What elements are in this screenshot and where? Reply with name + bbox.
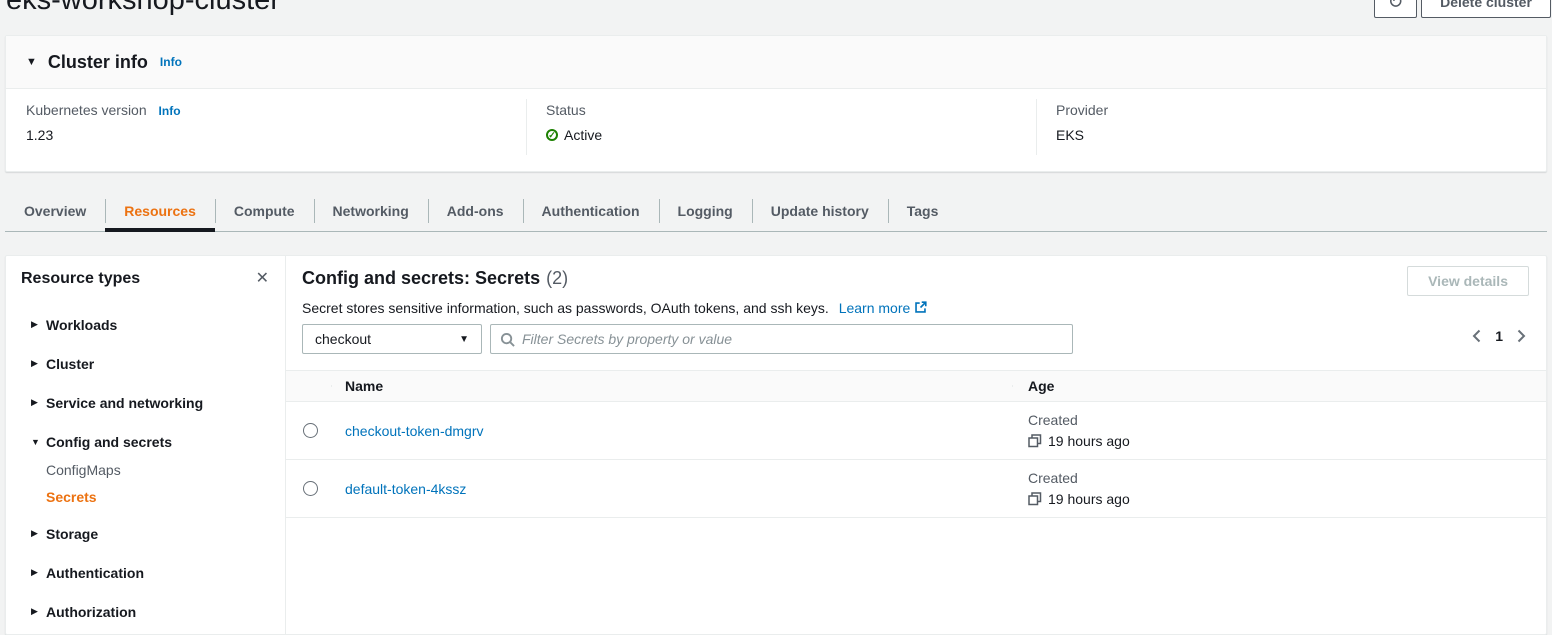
kubernetes-version-value: 1.23 [26, 127, 181, 143]
kubernetes-version-info-link[interactable]: Info [159, 104, 181, 118]
chevron-right-icon: ▶ [31, 319, 46, 330]
cluster-info-header[interactable]: ▼ Cluster info Info [6, 36, 1546, 89]
age-column-header[interactable]: Age [1012, 378, 1546, 394]
tab-tags[interactable]: Tags [888, 190, 958, 231]
chevron-down-icon: ▼ [31, 437, 46, 447]
column-divider [526, 99, 527, 155]
cluster-tabs: Overview Resources Compute Networking Ad… [5, 190, 1547, 232]
age-created-label: Created [1028, 470, 1546, 486]
column-divider [1036, 99, 1037, 155]
tab-resources[interactable]: Resources [105, 190, 215, 231]
tab-update-history[interactable]: Update history [752, 190, 888, 231]
next-page-icon[interactable] [1516, 328, 1527, 344]
sidebar-item-workloads[interactable]: ▶ Workloads [6, 313, 285, 336]
table-row: checkout-token-dmgrv Created 19 hours ag… [286, 402, 1546, 460]
chevron-right-icon: ▶ [31, 397, 46, 408]
dropdown-selected-value: checkout [315, 331, 371, 347]
cluster-info-body: Kubernetes version Info 1.23 Status Acti… [6, 89, 1546, 171]
page-title: eks-workshop-cluster [6, 0, 280, 17]
sidebar-item-configmaps[interactable]: ConfigMaps [6, 458, 285, 481]
row-radio-button[interactable] [303, 481, 318, 496]
sidebar-item-storage[interactable]: ▶ Storage [6, 522, 285, 545]
chevron-right-icon: ▶ [31, 358, 46, 369]
secrets-table: Name Age checkout-token-dmgrv Created 19… [286, 370, 1546, 518]
current-page-number[interactable]: 1 [1495, 328, 1503, 344]
secrets-description: Secret stores sensitive information, suc… [302, 300, 927, 316]
status-field: Status Active [546, 102, 602, 143]
refresh-button[interactable]: ↻ [1374, 0, 1417, 18]
sidebar-item-cluster[interactable]: ▶ Cluster [6, 352, 285, 375]
collapse-caret-icon[interactable]: ▼ [26, 56, 37, 68]
external-link-icon [914, 301, 927, 314]
kubernetes-version-field: Kubernetes version Info 1.23 [26, 102, 181, 143]
copy-icon[interactable] [1028, 434, 1042, 448]
cluster-info-card: ▼ Cluster info Info Kubernetes version I… [5, 35, 1547, 172]
provider-label: Provider [1056, 102, 1108, 118]
tab-logging[interactable]: Logging [659, 190, 752, 231]
sidebar-item-config-and-secrets[interactable]: ▼ Config and secrets [6, 430, 285, 453]
previous-page-icon[interactable] [1471, 328, 1482, 344]
status-label: Status [546, 102, 602, 118]
caret-down-icon: ▼ [459, 334, 469, 345]
sidebar-item-authentication[interactable]: ▶ Authentication [6, 561, 285, 584]
resources-panel: Resource types ✕ ▶ Workloads ▶ Cluster ▶… [5, 255, 1547, 635]
kubernetes-version-label: Kubernetes version Info [26, 102, 181, 118]
secrets-heading: Config and secrets: Secrets(2) [302, 268, 568, 289]
resource-types-title: Resource types [21, 270, 140, 288]
tab-networking[interactable]: Networking [314, 190, 428, 231]
copy-icon[interactable] [1028, 492, 1042, 506]
secret-name-link[interactable]: default-token-4kssz [345, 481, 466, 497]
chevron-right-icon: ▶ [31, 606, 46, 617]
tab-add-ons[interactable]: Add-ons [428, 190, 523, 231]
provider-field: Provider EKS [1056, 102, 1108, 143]
provider-value: EKS [1056, 127, 1108, 143]
delete-cluster-button[interactable]: Delete cluster [1421, 0, 1551, 18]
chevron-right-icon: ▶ [31, 567, 46, 578]
pagination: 1 [1471, 328, 1527, 344]
learn-more-link[interactable]: Learn more [839, 300, 928, 316]
secrets-count: (2) [546, 268, 568, 288]
tab-overview[interactable]: Overview [5, 190, 105, 231]
close-icon[interactable]: ✕ [256, 271, 269, 287]
secret-filter-dropdown[interactable]: checkout ▼ [302, 324, 482, 354]
table-header-row: Name Age [286, 370, 1546, 402]
resource-types-list: ▶ Workloads ▶ Cluster ▶ Service and netw… [6, 313, 285, 623]
sidebar-item-secrets[interactable]: Secrets [6, 485, 285, 508]
search-icon [500, 332, 515, 347]
status-value: Active [546, 127, 602, 143]
secrets-search-input[interactable] [522, 331, 1063, 347]
age-cell: Created 19 hours ago [1012, 412, 1546, 449]
age-cell: Created 19 hours ago [1012, 470, 1546, 507]
age-value-text: 19 hours ago [1048, 433, 1130, 449]
resource-types-sidebar: Resource types ✕ ▶ Workloads ▶ Cluster ▶… [6, 256, 286, 634]
cluster-info-info-link[interactable]: Info [160, 55, 182, 69]
refresh-icon: ↻ [1388, 0, 1404, 14]
secrets-content: Config and secrets: Secrets(2) View deta… [286, 256, 1546, 634]
row-radio-button[interactable] [303, 423, 318, 438]
name-column-header[interactable]: Name [331, 378, 1012, 394]
age-value-text: 19 hours ago [1048, 491, 1130, 507]
tab-authentication[interactable]: Authentication [523, 190, 659, 231]
cluster-info-title: Cluster info [48, 52, 148, 73]
age-created-label: Created [1028, 412, 1546, 428]
status-active-check-icon [546, 129, 558, 141]
sidebar-item-authorization[interactable]: ▶ Authorization [6, 600, 285, 623]
tab-compute[interactable]: Compute [215, 190, 314, 231]
view-details-button[interactable]: View details [1407, 266, 1529, 296]
sidebar-item-service-and-networking[interactable]: ▶ Service and networking [6, 391, 285, 414]
secret-name-link[interactable]: checkout-token-dmgrv [345, 423, 484, 439]
chevron-right-icon: ▶ [31, 528, 46, 539]
table-row: default-token-4kssz Created 19 hours ago [286, 460, 1546, 518]
secrets-search-box [490, 324, 1073, 354]
